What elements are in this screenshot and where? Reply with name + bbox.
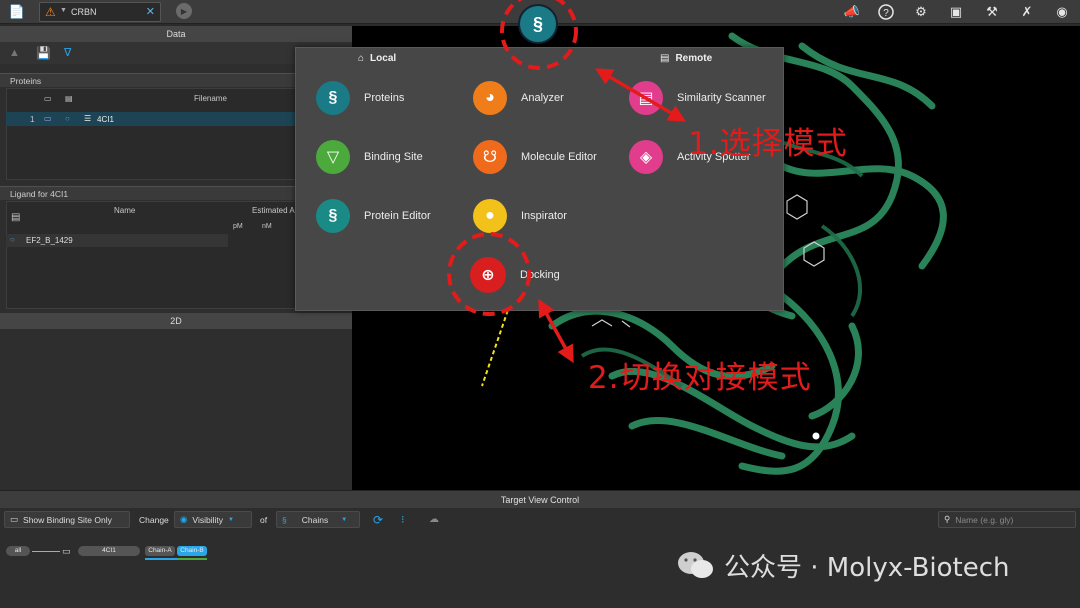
chains-dropdown[interactable]: § Chains ▼: [276, 511, 360, 528]
refresh-icon[interactable]: ⟳: [368, 511, 388, 528]
binding-site-icon: ▭: [10, 514, 19, 524]
name-search-input[interactable]: ⚲ Name (e.g. gly): [938, 511, 1076, 528]
protein-icon: ▭: [62, 546, 71, 556]
wechat-icon: [678, 552, 713, 578]
chain-b-pill[interactable]: Chain-B: [177, 546, 207, 556]
of-label: of: [260, 514, 268, 525]
name-search-placeholder: Name (e.g. gly): [955, 514, 1014, 525]
watermark: 公众号 · Molyx-Biotech: [676, 548, 1010, 583]
scatter-icon[interactable]: ⁝: [396, 511, 410, 528]
chain-a-underline: [145, 558, 177, 560]
chain-a-pill[interactable]: Chain-A: [145, 546, 175, 556]
helix-icon: §: [282, 514, 287, 525]
target-view-control-header: Target View Control: [0, 490, 1080, 508]
show-binding-site-only-label: Show Binding Site Only: [23, 514, 112, 525]
search-icon: ⚲: [944, 514, 951, 524]
show-binding-site-only-button[interactable]: ▭ Show Binding Site Only: [4, 511, 130, 528]
visibility-dropdown[interactable]: ◉ Visibility ▼: [174, 511, 252, 528]
chain-b-underline: [177, 558, 207, 560]
chains-label: Chains: [301, 514, 329, 525]
tree-node-protein[interactable]: 4CI1: [78, 546, 140, 556]
tree-connector: [32, 551, 60, 552]
visibility-label: Visibility: [192, 514, 223, 525]
change-label: Change: [139, 514, 169, 525]
watermark-text: 公众号 · Molyx-Biotech: [724, 552, 1010, 583]
chevron-down-icon: ▼: [341, 516, 348, 523]
tree-node-all[interactable]: all: [6, 546, 30, 556]
eye-icon: ◉: [180, 514, 188, 524]
cloud-icon[interactable]: ☁: [424, 511, 444, 528]
annotation-step2: 2.切换对接模式: [588, 360, 812, 396]
chevron-down-icon: ▼: [227, 516, 234, 523]
annotation-step1: 1.选择模式: [688, 126, 848, 162]
